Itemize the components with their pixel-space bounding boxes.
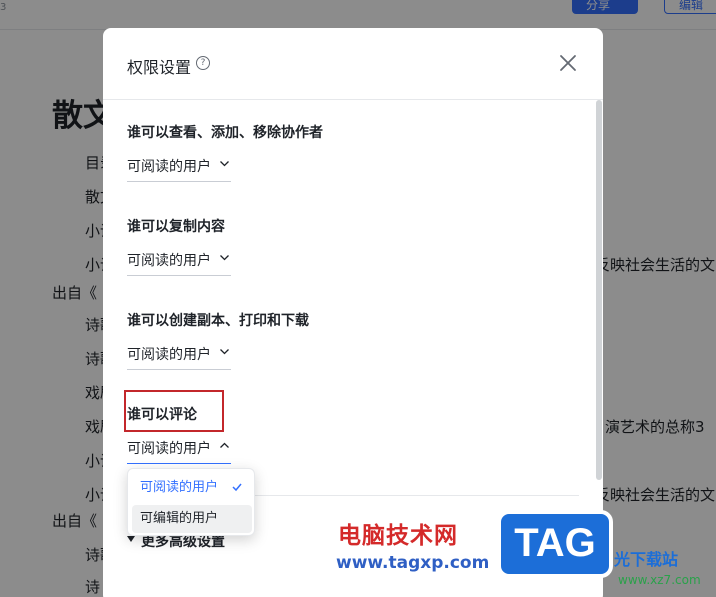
select-value: 可阅读的用户 [127, 347, 211, 363]
chevron-down-icon [220, 349, 229, 355]
dropdown-option-readers[interactable]: 可阅读的用户 [132, 474, 252, 502]
close-button[interactable] [557, 52, 579, 74]
option-label: 可阅读的用户 [140, 480, 219, 495]
question-circle-icon[interactable]: ? [196, 56, 210, 70]
watermark-site-name: 电脑技术网 [338, 523, 458, 549]
select-value: 可阅读的用户 [127, 159, 211, 175]
section-label-copy-print-download: 谁可以创建副本、打印和下载 [127, 313, 309, 329]
caret-down-icon [127, 536, 135, 542]
copy-permission-select[interactable]: 可阅读的用户 [127, 246, 231, 276]
dropdown-option-editors[interactable]: 可编辑的用户 [132, 505, 252, 533]
comment-permission-dropdown: 可阅读的用户 可编辑的用户 [127, 468, 255, 536]
dialog-title: 权限设置 [127, 58, 192, 77]
watermark-side-url: www.xz7.com [618, 573, 701, 587]
close-icon [560, 55, 576, 71]
check-icon [232, 483, 242, 492]
watermark-side-text: 光下载站 [614, 550, 679, 569]
chevron-down-icon [220, 161, 229, 167]
select-value: 可阅读的用户 [127, 253, 211, 269]
collaborators-permission-select[interactable]: 可阅读的用户 [127, 152, 231, 182]
dialog-header: 权限设置 ? [103, 28, 603, 100]
chevron-down-icon [220, 255, 229, 261]
print-download-permission-select[interactable]: 可阅读的用户 [127, 340, 231, 370]
watermark-url: www.tagxp.com [336, 553, 490, 573]
chevron-up-icon [220, 442, 229, 448]
option-label: 可编辑的用户 [140, 511, 219, 526]
select-value: 可阅读的用户 [127, 441, 211, 457]
watermark-tag-logo: TAG [497, 510, 613, 578]
section-label-collaborators: 谁可以查看、添加、移除协作者 [127, 125, 323, 141]
more-settings-label: 更多高级设置 [141, 534, 225, 550]
section-label-copy: 谁可以复制内容 [127, 219, 225, 235]
dialog-scrollbar[interactable] [596, 100, 602, 480]
comment-permission-select[interactable]: 可阅读的用户 [127, 434, 231, 464]
section-label-comment: 谁可以评论 [127, 407, 197, 423]
